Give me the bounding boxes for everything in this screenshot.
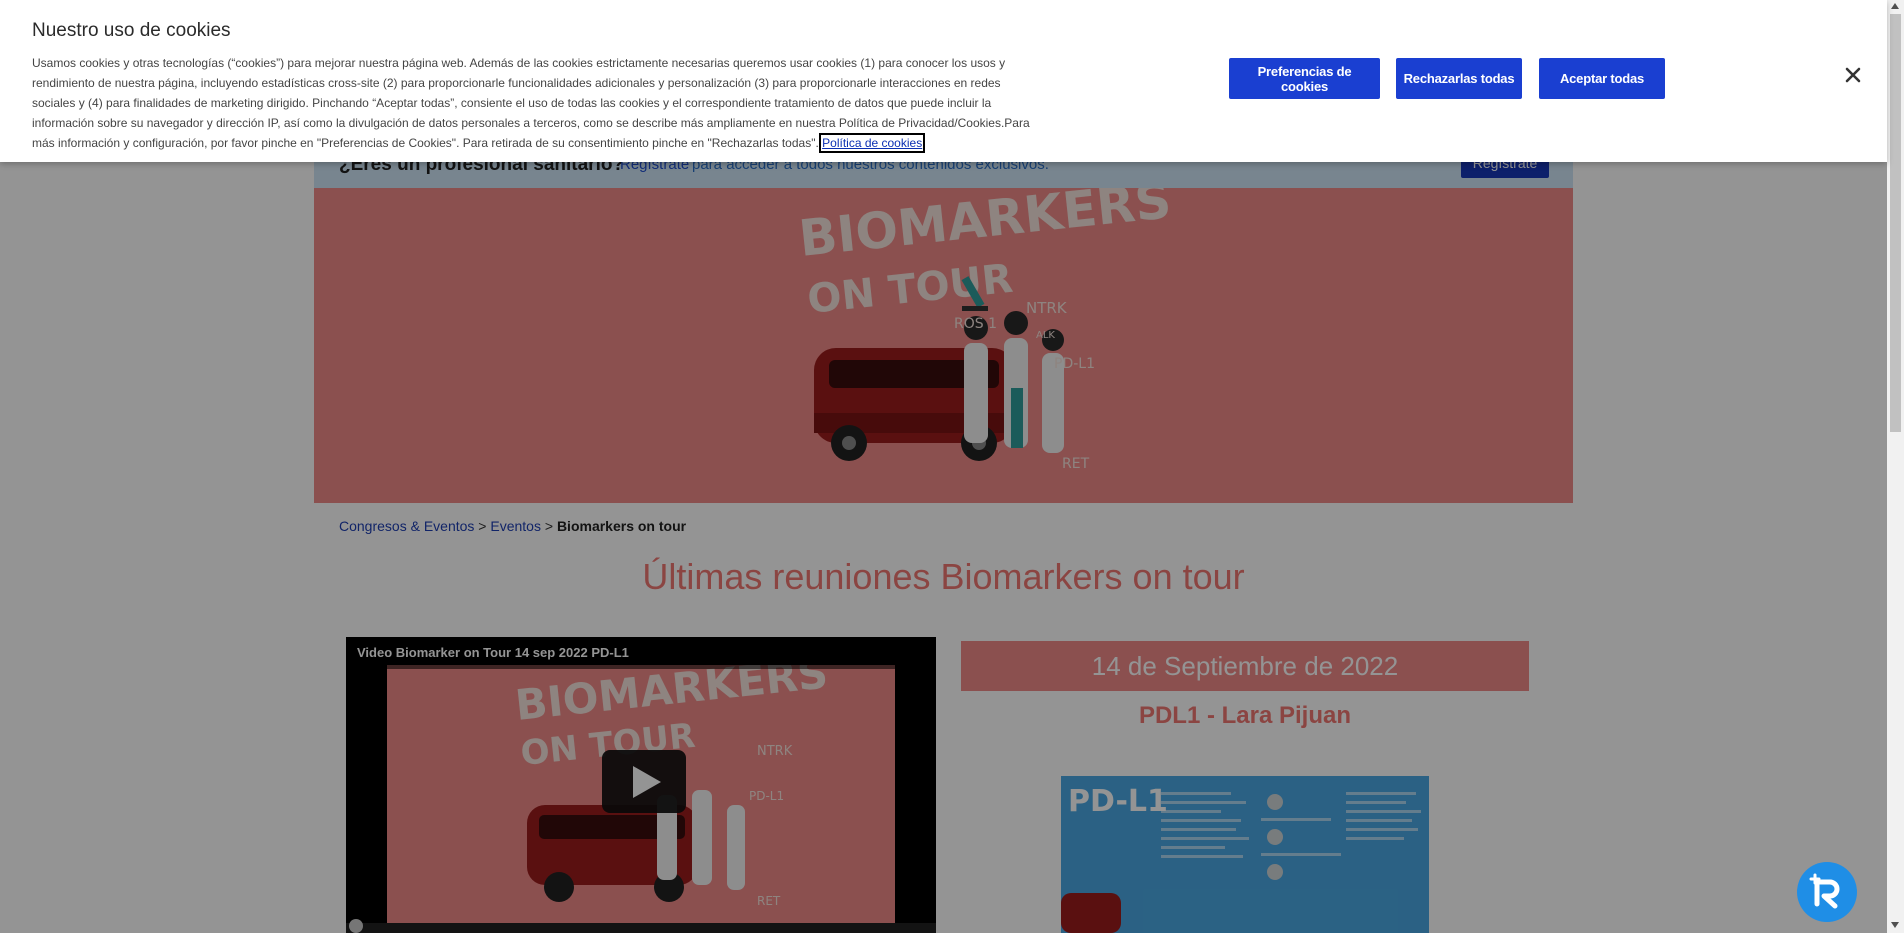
reject-all-button[interactable]: Rechazarlas todas — [1396, 58, 1522, 99]
cookie-preferences-button[interactable]: Preferencias de cookies — [1229, 58, 1380, 99]
scrollbar[interactable] — [1887, 0, 1904, 933]
accept-all-button[interactable]: Aceptar todas — [1539, 58, 1665, 99]
accessibility-fab-icon[interactable] — [1797, 862, 1857, 922]
cookie-banner: Nuestro uso de cookies Usamos cookies y … — [0, 0, 1887, 162]
scroll-up-icon[interactable] — [1891, 3, 1899, 9]
close-icon[interactable] — [1844, 66, 1862, 84]
cookie-policy-link[interactable]: Política de cookies — [819, 133, 926, 153]
scroll-down-icon[interactable] — [1891, 922, 1899, 928]
scrollbar-thumb[interactable] — [1890, 14, 1901, 432]
cookie-banner-title: Nuestro uso de cookies — [32, 20, 231, 41]
cookie-banner-text: Usamos cookies y otras tecnologías (“coo… — [32, 53, 1032, 153]
accessibility-icon — [1809, 873, 1840, 909]
